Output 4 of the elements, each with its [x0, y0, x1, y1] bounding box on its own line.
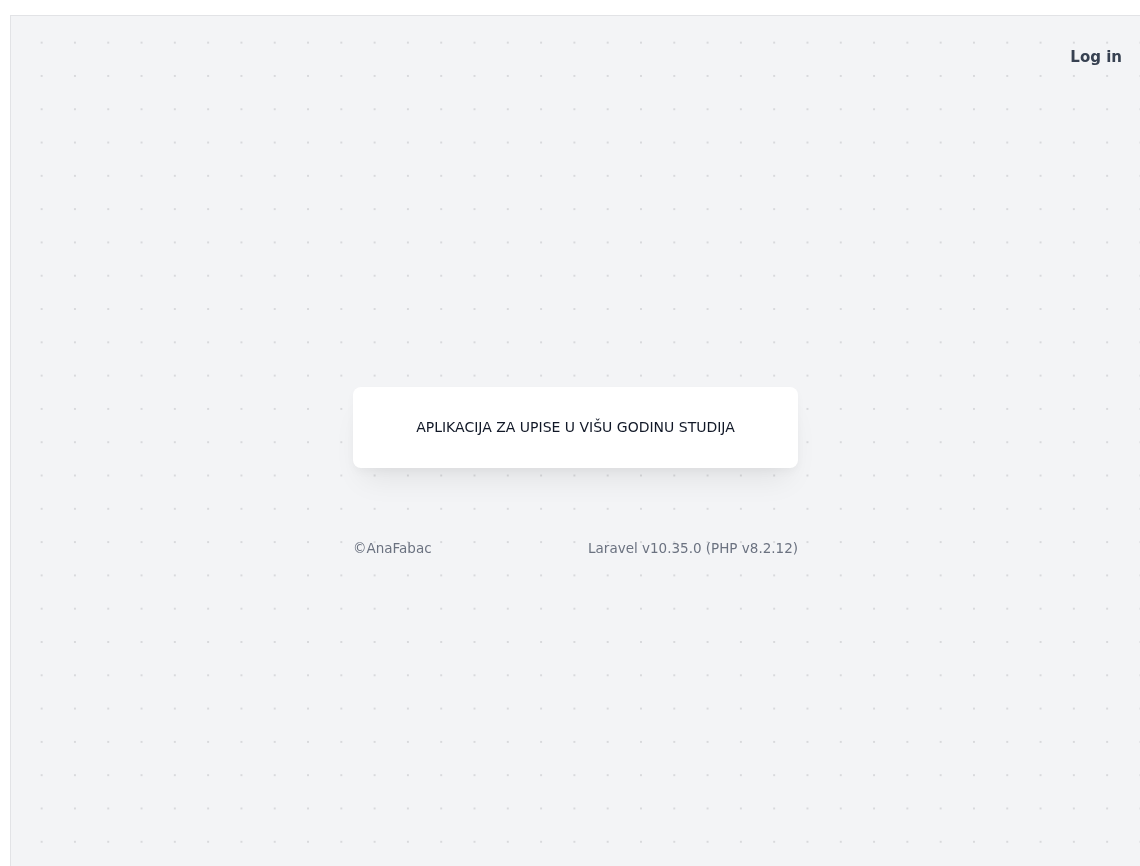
version-text: Laravel v10.35.0 (PHP v8.2.12): [588, 538, 798, 558]
author-credit: ©AnaFabac: [353, 538, 432, 558]
title-card: APLIKACIJA ZA UPISE U VIŠU GODINU STUDIJA: [353, 386, 798, 468]
login-link[interactable]: Log in: [1070, 46, 1122, 69]
